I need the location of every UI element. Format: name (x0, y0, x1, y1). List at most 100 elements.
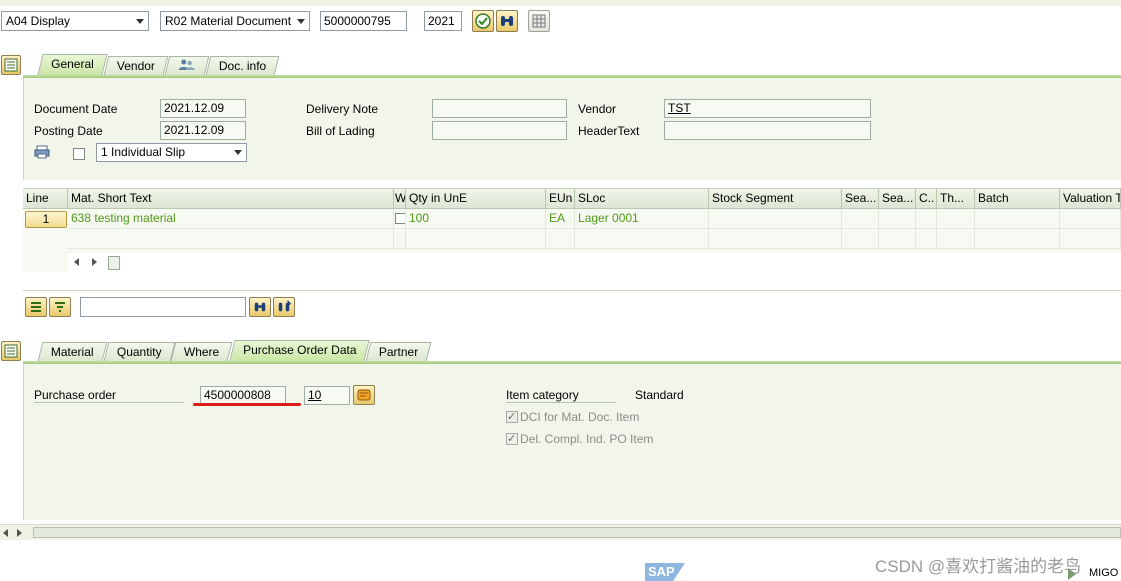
document-date-field[interactable]: 2021.12.09 (160, 99, 246, 118)
detail-toggle-button[interactable] (1, 341, 21, 361)
col-valuation[interactable]: Valuation T (1060, 189, 1121, 209)
sea-1-cell[interactable] (842, 209, 879, 229)
tab-where[interactable]: Where (171, 342, 234, 361)
watermark: CSDN @喜欢打酱油的老鸟 (875, 557, 1082, 576)
col-sea-1[interactable]: Sea... (842, 189, 879, 209)
mat-short-text-cell[interactable]: 638 testing material (68, 209, 394, 229)
execute-icon (475, 13, 491, 29)
valuation-cell[interactable] (1060, 209, 1121, 229)
vendor-label: Vendor (578, 102, 617, 116)
tab-vendor[interactable]: Vendor (103, 56, 169, 75)
empty-row (1060, 229, 1121, 249)
w-cell[interactable] (394, 209, 406, 229)
reference-dropdown[interactable]: R02 Material Document (160, 11, 310, 31)
collapse-icon (4, 344, 18, 358)
delivery-note-field[interactable] (432, 99, 567, 118)
tab-purchase-order-data[interactable]: Purchase Order Data (229, 340, 370, 361)
eun-cell[interactable]: EA (546, 209, 575, 229)
tab-quantity[interactable]: Quantity (103, 342, 175, 361)
delivery-note-label: Delivery Note (306, 102, 379, 116)
collapse-icon (4, 58, 18, 72)
print-icon[interactable] (34, 145, 50, 159)
binoculars-icon (501, 16, 513, 26)
find-next-button[interactable] (273, 297, 295, 317)
batch-cell[interactable] (975, 209, 1060, 229)
year-field[interactable]: 2021 (424, 11, 462, 31)
layout-button[interactable] (528, 10, 550, 32)
chevron-down-icon (297, 19, 305, 24)
display-po-button[interactable] (353, 385, 375, 405)
header-text-field[interactable] (664, 121, 871, 140)
col-c[interactable]: C.. (916, 189, 937, 209)
scroll-icon (357, 389, 371, 401)
sloc-cell[interactable]: Lager 0001 (575, 209, 709, 229)
col-line[interactable]: Line (23, 189, 68, 209)
empty-row (68, 229, 394, 249)
scroll-track[interactable] (33, 527, 1121, 538)
find-in-table-button[interactable] (249, 297, 271, 317)
empty-row (916, 229, 937, 249)
col-sloc[interactable]: SLoc (575, 189, 709, 209)
posting-date-field[interactable]: 2021.12.09 (160, 121, 246, 140)
scroll-left-icon[interactable] (74, 258, 79, 266)
tab-material[interactable]: Material (37, 342, 108, 361)
col-mat-short-text[interactable]: Mat. Short Text (68, 189, 394, 209)
empty-row (575, 229, 709, 249)
c-cell[interactable] (916, 209, 937, 229)
empty-row (406, 229, 546, 249)
header-tabs: General Vendor Doc. info (37, 54, 280, 75)
w-checkbox[interactable] (395, 213, 405, 224)
th-cell[interactable] (937, 209, 975, 229)
deselect-all-button[interactable] (49, 297, 71, 317)
grid-icon (532, 14, 546, 28)
scroll-right-icon[interactable] (17, 529, 22, 537)
scroll-right-icon[interactable] (92, 258, 97, 266)
play-icon (1068, 568, 1076, 580)
select-all-button[interactable] (25, 297, 47, 317)
doc-number-field[interactable]: 5000000795 (320, 11, 407, 31)
purchase-order-label: Purchase order (34, 388, 184, 403)
tab-doc-info[interactable]: Doc. info (205, 56, 280, 75)
top-strip (0, 0, 1121, 6)
scroll-left-icon[interactable] (3, 529, 8, 537)
line-number: 1 (42, 212, 50, 226)
find-button[interactable] (496, 10, 518, 32)
col-stock-segment[interactable]: Stock Segment (709, 189, 842, 209)
action-dropdown[interactable]: A04 Display (1, 11, 149, 31)
col-th[interactable]: Th... (937, 189, 975, 209)
empty-row (709, 229, 842, 249)
line-number-button[interactable]: 1 (25, 211, 67, 228)
slip-value: 1 Individual Slip (101, 145, 186, 159)
tab-general[interactable]: General (37, 54, 108, 75)
year-value: 2021 (428, 14, 455, 28)
header-toggle-button[interactable] (1, 55, 21, 75)
tab-partners[interactable] (164, 56, 210, 75)
document-date-label: Document Date (34, 102, 118, 116)
print-checkbox[interactable] (73, 148, 85, 160)
page-hscrollbar[interactable] (0, 524, 1121, 540)
table-search-input[interactable] (80, 297, 246, 317)
table-hscrollbar[interactable] (68, 253, 1121, 273)
deselect-all-icon (55, 302, 65, 312)
vendor-field[interactable]: TST (664, 99, 871, 118)
bill-of-lading-field[interactable] (432, 121, 567, 140)
items-table: Line Mat. Short Text W Qty in UnE EUn SL… (23, 188, 1121, 273)
find-next-icon (278, 300, 291, 312)
col-w[interactable]: W (394, 189, 406, 209)
scroll-thumb[interactable] (108, 256, 120, 270)
check-icon: ✓ (507, 411, 517, 423)
red-underline-annotation (193, 403, 301, 406)
col-qty[interactable]: Qty in UnE (406, 189, 546, 209)
col-eun[interactable]: EUn (546, 189, 575, 209)
execute-button[interactable] (472, 10, 494, 32)
sea-2-cell[interactable] (879, 209, 916, 229)
col-batch[interactable]: Batch (975, 189, 1060, 209)
qty-cell[interactable]: 100 (406, 209, 546, 229)
po-item-field[interactable]: 10 (304, 386, 350, 405)
del-compl-label: Del. Compl. Ind. PO Item (520, 432, 654, 446)
slip-dropdown[interactable]: 1 Individual Slip (96, 143, 247, 162)
chevron-down-icon (234, 150, 242, 155)
col-sea-2[interactable]: Sea... (879, 189, 916, 209)
stock-segment-cell[interactable] (709, 209, 842, 229)
tab-partner[interactable]: Partner (365, 342, 432, 361)
